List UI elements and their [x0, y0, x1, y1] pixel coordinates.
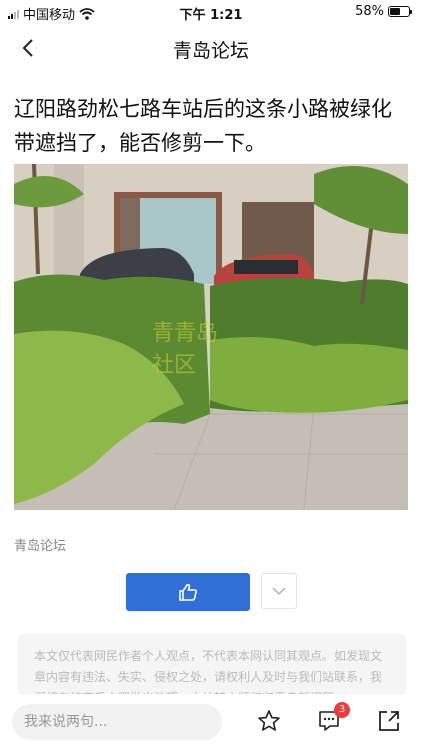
- disclaimer-text: 本文仅代表网民作者个人观点，不代表本网认同其观点。如发现文章内容有违法、失实、侵…: [18, 634, 406, 696]
- share-button[interactable]: [376, 708, 402, 734]
- article-title: 辽阳路劲松七路车站后的这条小路被绿化带遮挡了，能否修剪一下。: [14, 97, 392, 155]
- status-bar: 中国移动 下午 1:21 58%: [0, 0, 422, 24]
- bottom-bar: 我来说两句... 3: [0, 694, 422, 750]
- battery-percent: 58%: [355, 4, 384, 19]
- svg-text:社区: 社区: [152, 353, 196, 378]
- like-button[interactable]: [126, 573, 250, 611]
- nav-bar: 青岛论坛: [0, 28, 422, 68]
- article-source: 青岛论坛: [14, 539, 67, 554]
- comment-input[interactable]: 我来说两句...: [12, 704, 222, 740]
- comments-button[interactable]: 3: [316, 702, 350, 734]
- page-title: 青岛论坛: [172, 40, 249, 62]
- thumbs-up-icon: [179, 583, 197, 601]
- article-photo: 青青岛 社区: [14, 164, 408, 510]
- star-icon: [258, 710, 280, 731]
- status-right: 58%: [355, 4, 412, 19]
- share-icon: [379, 711, 399, 731]
- favorite-button[interactable]: [256, 708, 282, 734]
- battery-icon: [388, 6, 412, 17]
- comment-count-badge: 3: [334, 702, 350, 718]
- photo-illustration: 青青岛 社区: [14, 164, 408, 510]
- chevron-down-icon: [272, 586, 286, 595]
- svg-text:青青岛: 青青岛: [152, 321, 218, 346]
- battery-fill: [390, 8, 401, 15]
- dislike-button[interactable]: [261, 573, 297, 609]
